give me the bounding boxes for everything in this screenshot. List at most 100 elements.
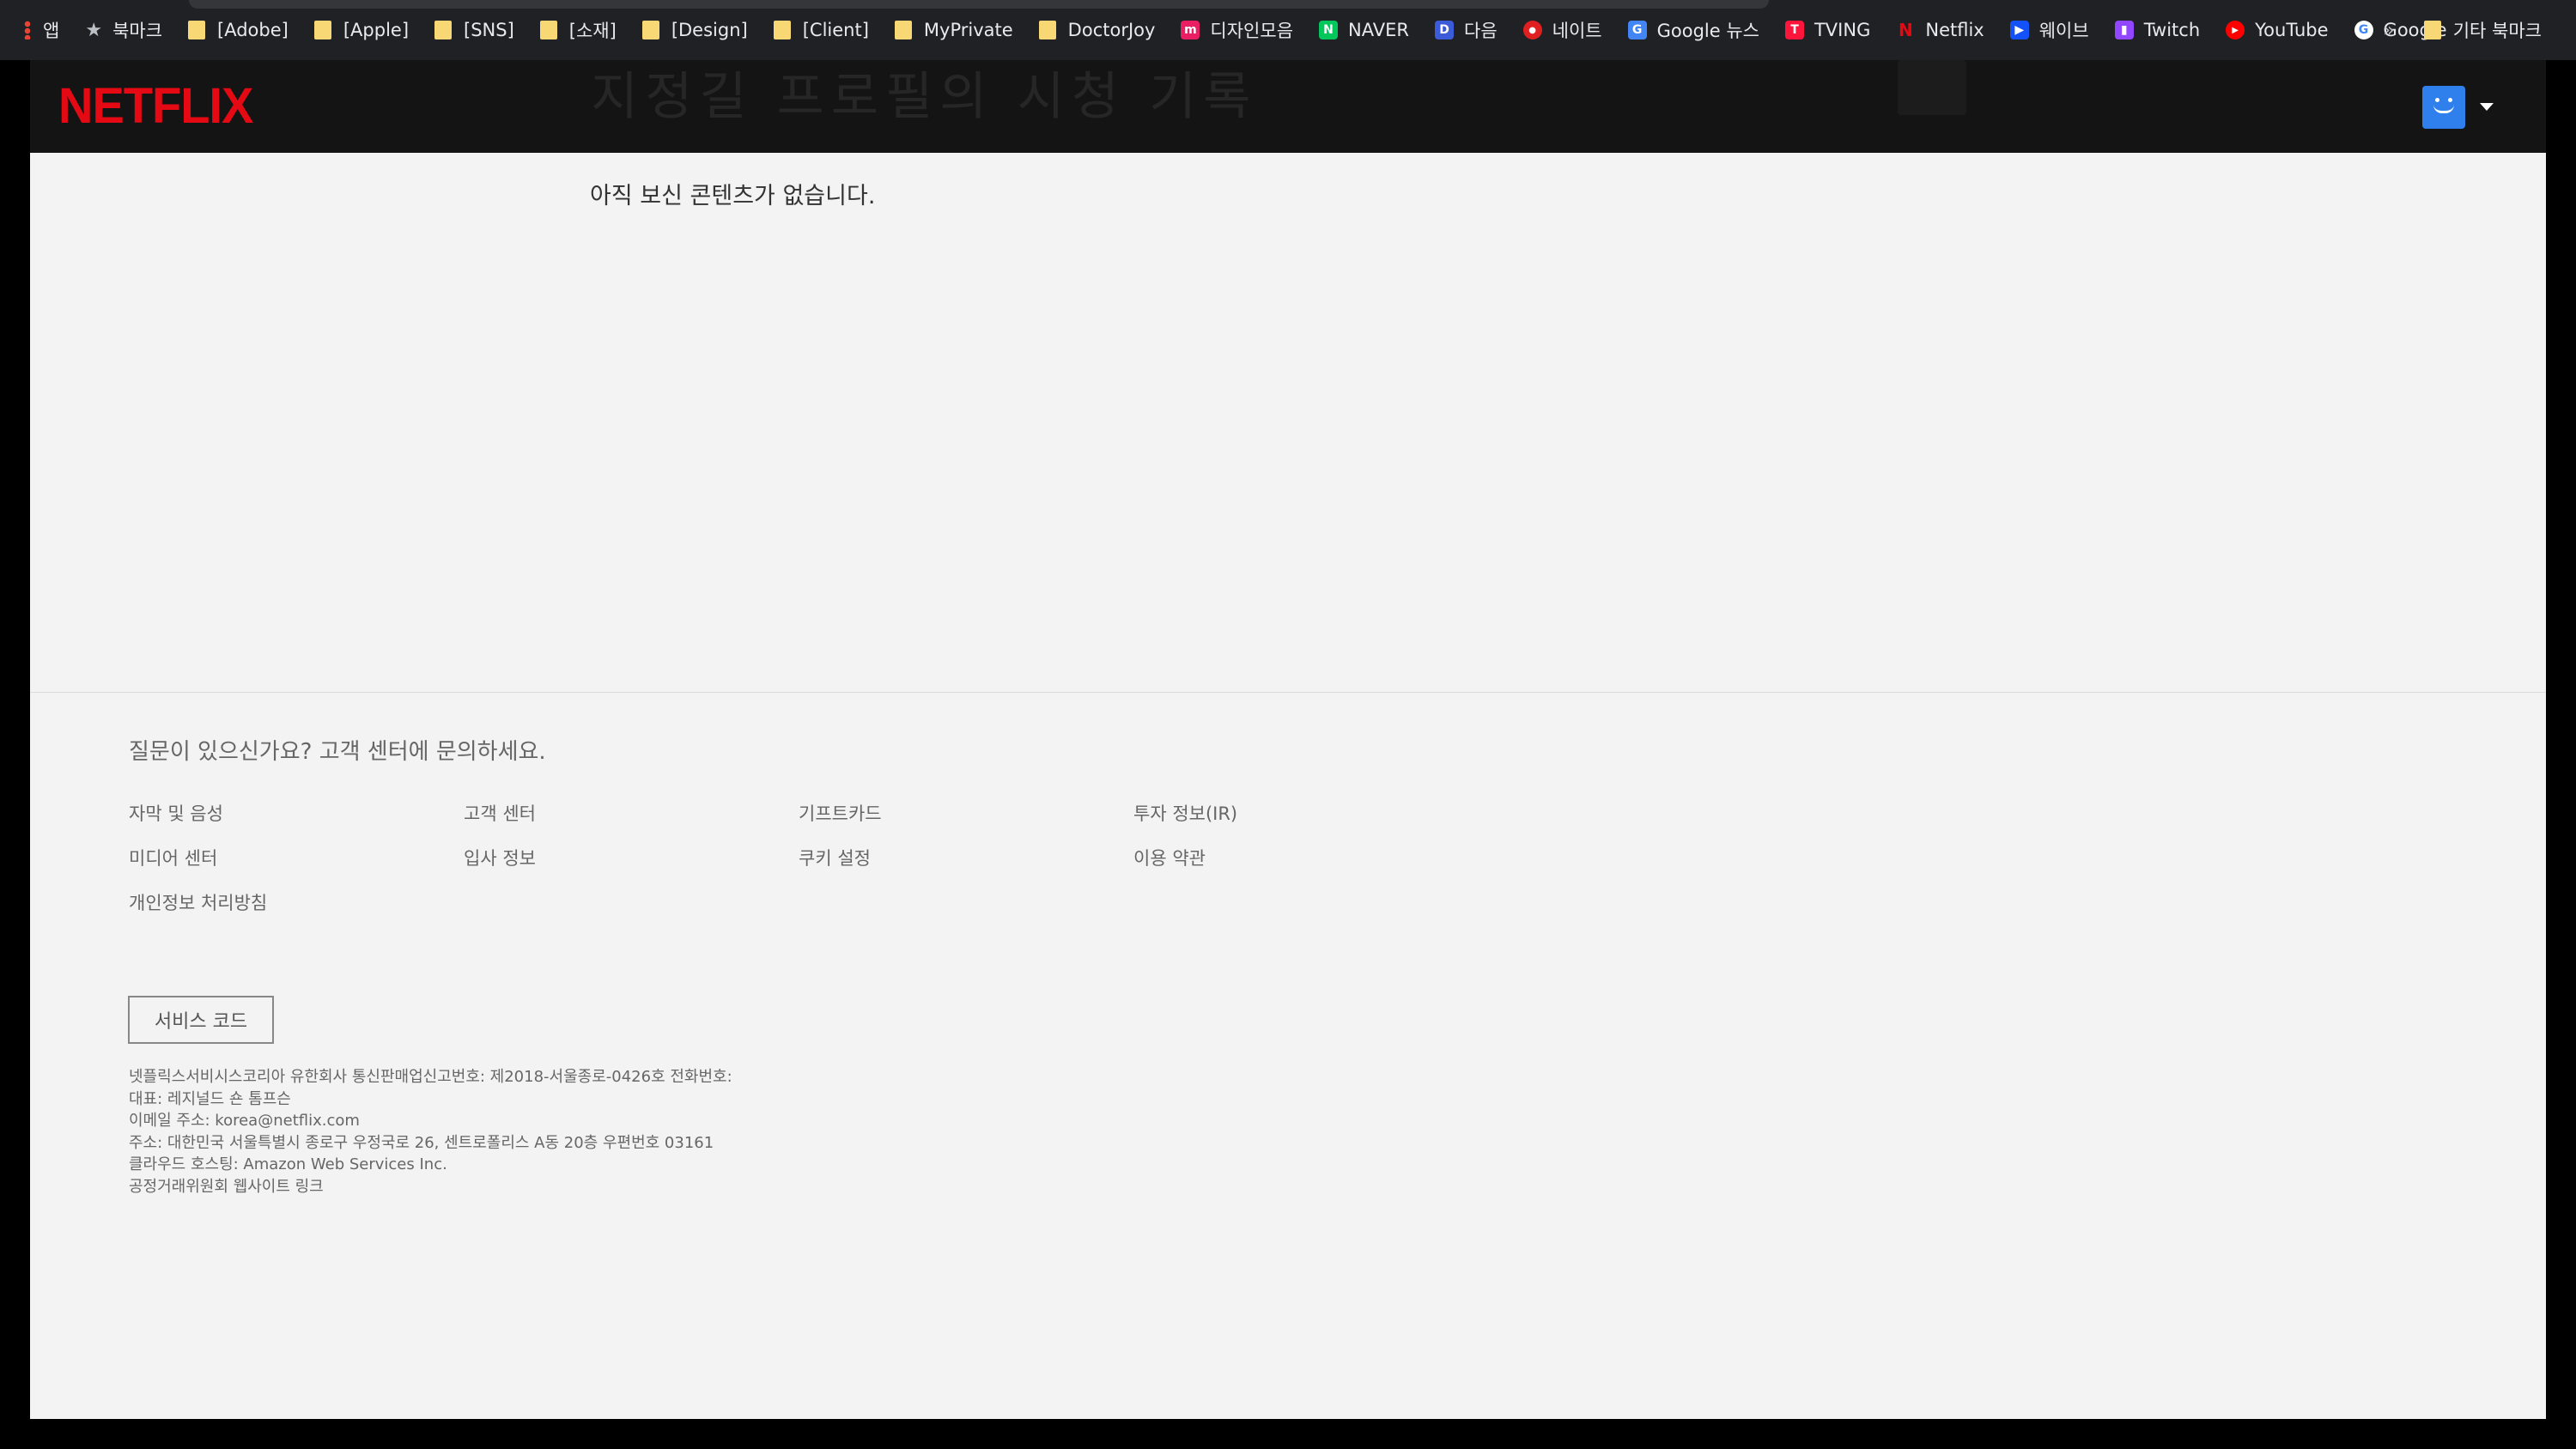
bookmark-label: 북마크 (112, 21, 163, 41)
netflix-header: 지정길 프로필의 시청 기록 NETFLIX (30, 60, 2546, 153)
bookmark-twitch[interactable]: ▮ Twitch (2114, 13, 2201, 47)
footer-divider (30, 692, 2546, 693)
bookmark-label: [소재] (568, 21, 617, 41)
bookmark-daum[interactable]: D 다음 (1435, 13, 1498, 47)
youtube-icon: ▶ (2226, 21, 2245, 39)
daum-icon: D (1435, 21, 1454, 39)
service-code-button[interactable]: 서비스 코드 (128, 996, 274, 1044)
nate-icon: ● (1522, 21, 1542, 39)
bookmark-google-news[interactable]: G Google 뉴스 (1627, 13, 1759, 47)
bookmark-label: 네이트 (1552, 21, 1602, 41)
page-title-ghost: 지정길 프로필의 시청 기록 (591, 67, 1258, 127)
bookmark-youtube[interactable]: ▶ YouTube (2226, 13, 2329, 47)
site-icon: m (1181, 21, 1200, 39)
bookmark-label: 다음 (1464, 21, 1498, 41)
folder-icon (539, 21, 557, 39)
footer-link-investor-relations[interactable]: 투자 정보(IR) (1133, 800, 1468, 845)
netflix-page: 지정길 프로필의 시청 기록 NETFLIX 아직 보신 콘텐츠가 없습니다. … (30, 60, 2546, 1419)
google-icon: G (2354, 21, 2373, 39)
address-bar-edge (189, 0, 1769, 9)
bookmark-label: [Design] (671, 20, 748, 40)
bookmark-label: TVING (1814, 20, 1871, 40)
bookmarks-right: » 기타 북마크 (2383, 13, 2567, 47)
bookmark-folder[interactable]: [Apple] (313, 13, 410, 47)
wavve-icon: ▶ (2009, 21, 2029, 39)
bookmarks-bar: 앱 ★ 북마크 [Adobe] [Apple] [SNS] [소재] [Design] [Cli… (0, 0, 2576, 60)
footer-links: 자막 및 음성 고객 센터 기프트카드 투자 정보(IR) 미디어 센터 입사 … (129, 800, 1468, 934)
netflix-logo[interactable]: NETFLIX (58, 76, 253, 134)
other-bookmarks[interactable]: 기타 북마크 (2423, 13, 2542, 47)
footer-link-media-center[interactable]: 미디어 센터 (129, 845, 464, 889)
more-bookmarks-chevron-icon[interactable]: » (2383, 20, 2394, 41)
other-bookmarks-label: 기타 북마크 (2452, 21, 2542, 41)
bookmark-folder[interactable]: [SNS] (434, 13, 514, 47)
legal-email-line: 이메일 주소: korea@netflix.com (129, 1112, 360, 1130)
legal-business-line: 넷플릭스서비시스코리아 유한회사 통신판매업신고번호: 제2018-서울종로-0… (129, 1068, 732, 1086)
bookmark-folder[interactable]: [Adobe] (188, 13, 289, 47)
apps-grid-icon (24, 21, 31, 39)
avatar-eye-icon (2435, 98, 2439, 102)
bookmark-label: DoctorJoy (1067, 20, 1156, 40)
bookmark-label: [Apple] (343, 20, 410, 40)
folder-icon (1038, 21, 1056, 39)
footer-link-privacy[interactable]: 개인정보 처리방침 (129, 889, 464, 934)
footer-link-help-center[interactable]: 고객 센터 (464, 800, 799, 845)
naver-icon: N (1319, 21, 1339, 39)
footer-link-audio-subtitles[interactable]: 자막 및 음성 (129, 800, 464, 845)
legal-ftc-link[interactable]: 공정거래위원회 웹사이트 링크 (129, 1176, 732, 1198)
twitch-icon: ▮ (2114, 21, 2134, 39)
star-icon: ★ (85, 19, 103, 41)
legal-hosting-line: 클라우드 호스팅: Amazon Web Services Inc. (129, 1155, 447, 1173)
folder-icon (894, 21, 912, 39)
bookmark-wavve[interactable]: ▶ 웨이브 (2009, 13, 2089, 47)
ghost-profile-avatar (1898, 60, 1966, 115)
bookmark-label: 웨이브 (2038, 21, 2089, 41)
bookmark-label: 디자인모음 (1210, 21, 1294, 41)
bookmark-naver[interactable]: N NAVER (1319, 13, 1409, 47)
folder-icon (641, 21, 659, 39)
folder-icon (313, 21, 331, 39)
bookmark-label: MyPrivate (923, 20, 1013, 40)
folder-icon (188, 21, 206, 39)
avatar-smile-icon (2433, 105, 2454, 113)
google-news-icon: G (1627, 21, 1647, 39)
bookmark-label: [SNS] (464, 20, 514, 40)
tving-icon: T (1784, 21, 1804, 39)
bookmark-folder[interactable]: DoctorJoy (1038, 13, 1156, 47)
bookmark-label: [Adobe] (217, 20, 289, 40)
profile-menu-caret-icon[interactable] (2480, 103, 2494, 111)
bookmark-apps-grid[interactable]: 앱 (24, 13, 59, 47)
bookmark-label: 앱 (43, 21, 60, 41)
bookmark-label: Twitch (2143, 20, 2201, 40)
footer-link-terms-of-use[interactable]: 이용 약관 (1133, 845, 1468, 889)
bookmark-label: Netflix (1925, 20, 1984, 40)
folder-icon (2423, 21, 2441, 39)
bookmark-label: Google 뉴스 (1656, 21, 1759, 41)
footer-legal-info: 넷플릭스서비시스코리아 유한회사 통신판매업신고번호: 제2018-서울종로-0… (129, 1066, 732, 1197)
footer-contact-question[interactable]: 질문이 있으신가요? 고객 센터에 문의하세요. (129, 734, 546, 766)
bookmark-folder[interactable]: [소재] (539, 13, 617, 47)
bookmark-list: 앱 ★ 북마크 [Adobe] [Apple] [SNS] [소재] [Design] [Cli… (24, 13, 2473, 47)
bookmark-tving[interactable]: T TVING (1784, 13, 1871, 47)
folder-icon (773, 21, 791, 39)
avatar-eye-icon (2448, 98, 2452, 102)
bookmark-folder[interactable]: MyPrivate (894, 13, 1013, 47)
footer-link-gift-cards[interactable]: 기프트카드 (799, 800, 1133, 845)
bookmark-star[interactable]: ★ 북마크 (85, 13, 162, 47)
bookmark-label: NAVER (1348, 20, 1409, 40)
bookmark-site[interactable]: m 디자인모음 (1181, 13, 1293, 47)
bookmark-nate[interactable]: ● 네이트 (1522, 13, 1602, 47)
footer-link-jobs[interactable]: 입사 정보 (464, 845, 799, 889)
netflix-icon: N (1898, 20, 1913, 40)
folder-icon (434, 21, 453, 39)
bookmark-netflix[interactable]: N Netflix (1896, 13, 1984, 47)
bookmark-label: YouTube (2255, 20, 2329, 40)
bookmark-label: [Client] (802, 20, 869, 40)
legal-ceo-line: 대표: 레지널드 숀 톰프슨 (129, 1089, 291, 1108)
bookmark-folder[interactable]: [Design] (641, 13, 748, 47)
footer-link-cookie-preferences[interactable]: 쿠키 설정 (799, 845, 1133, 889)
bookmark-folder[interactable]: [Client] (773, 13, 869, 47)
legal-address-line: 주소: 대한민국 서울특별시 종로구 우정국로 26, 센트로폴리스 A동 20… (129, 1133, 714, 1152)
profile-avatar[interactable] (2422, 86, 2465, 129)
empty-history-message: 아직 보신 콘텐츠가 없습니다. (590, 183, 876, 209)
